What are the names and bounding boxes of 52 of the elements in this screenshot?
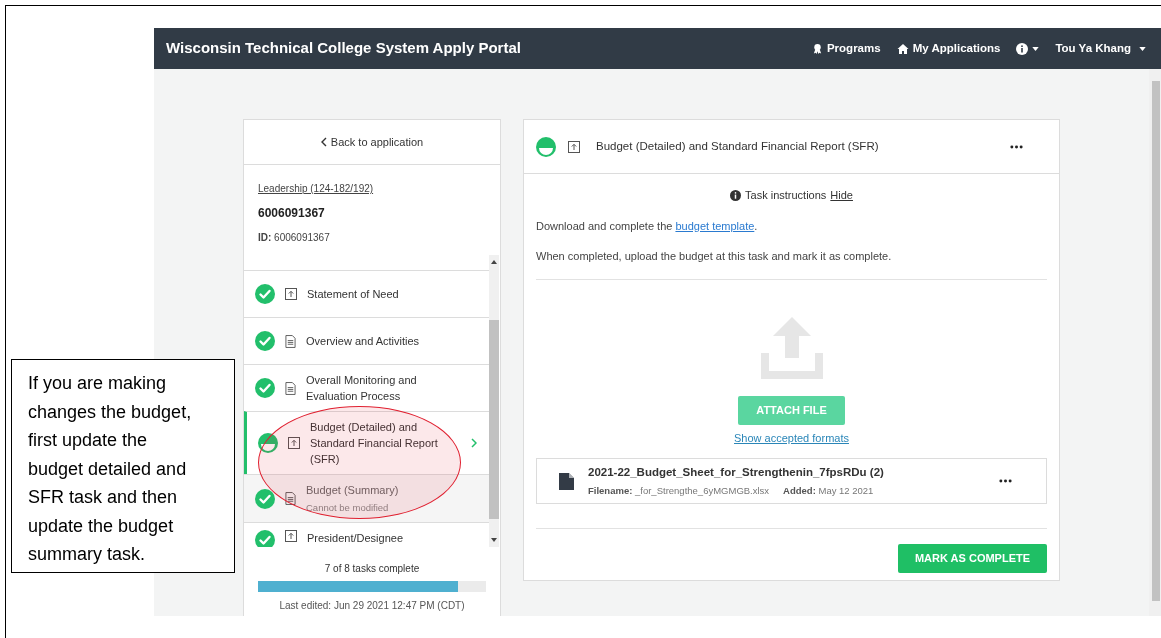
- hide-link[interactable]: Hide: [830, 187, 853, 204]
- info-menu-button[interactable]: [1016, 42, 1040, 55]
- nav-link[interactable]: My Applications: [896, 39, 1001, 58]
- instruction-text: Download and complete the budget template.: [536, 218, 759, 234]
- page-scrollbar[interactable]: [1149, 69, 1161, 616]
- scroll-down-icon[interactable]: [491, 538, 497, 542]
- caret-icon: [1139, 46, 1146, 51]
- callout-note: If you are making changes the budget, first update the budget detailed and SFR task and then update the budget summary task.: [11, 359, 235, 573]
- more-options-icon[interactable]: [999, 479, 1012, 483]
- upload-icon: [288, 437, 300, 449]
- task-title: Budget (Detailed) and Standard Financial Report (SFR): [310, 420, 439, 467]
- task-note: Cannot be modified: [306, 501, 390, 515]
- application-id: ID: 6006091367: [258, 231, 331, 245]
- task-title: Budget (Summary): [306, 483, 400, 498]
- instruction-text: When completed, upload the budget at this task and mark it as complete.: [536, 249, 893, 264]
- file-name: 2021-22_Budget_Sheet_for_Strengthenin_7fpsRDu (2): [588, 464, 885, 480]
- task-heading: Budget (Detailed) and Standard Financial Report (SFR): [596, 138, 880, 154]
- task-title: Overall Monitoring and Evaluation Process: [306, 373, 418, 404]
- task-list-item[interactable]: President/Designee: [244, 522, 489, 547]
- more-options-icon[interactable]: [1010, 144, 1023, 149]
- info-icon: [1016, 42, 1029, 55]
- task-title: Overview and Activities: [306, 334, 421, 349]
- document-icon: [285, 381, 296, 395]
- upload-icon: [568, 140, 580, 153]
- task-title: President/Designee: [307, 531, 404, 547]
- scroll-up-icon[interactable]: [491, 260, 497, 264]
- last-edited-text: Last edited: Jun 29 2021 12:47 PM (CDT): [279, 599, 465, 613]
- portal-title: Wisconsin Technical College System Apply Portal: [166, 38, 521, 59]
- task-title: Statement of Need: [307, 287, 400, 302]
- upload-icon: [285, 530, 297, 543]
- instructions-label: Task instructions: [745, 188, 827, 203]
- program-link[interactable]: Leadership (124-182/192): [258, 181, 486, 196]
- award-icon: [811, 43, 823, 54]
- chevron-left-icon: [320, 137, 327, 147]
- progress-label: 7 of 8 tasks complete: [324, 562, 420, 576]
- added-date-text: Added: May 12 2021: [783, 484, 874, 498]
- caret-icon: [1032, 46, 1040, 51]
- filename-text: Filename: _for_Strengthe_6yMGMGB.xlsx: [588, 484, 770, 498]
- chevron-right-icon: [471, 438, 477, 448]
- home-icon: [896, 42, 909, 55]
- back-link[interactable]: Back to application: [320, 133, 424, 151]
- upload-icon: [285, 288, 297, 300]
- user-menu-button[interactable]: Tou Ya Khang: [1055, 39, 1146, 58]
- document-icon: [285, 334, 296, 348]
- document-icon: [285, 492, 296, 506]
- list-scrollbar[interactable]: [489, 255, 499, 547]
- formats-link[interactable]: Show accepted formats: [734, 429, 849, 446]
- application-number: 6006091367: [258, 205, 326, 222]
- nav-link[interactable]: Programs: [811, 39, 881, 58]
- task-list-item[interactable]: Budget (Detailed) and Standard Financial Report (SFR): [244, 411, 489, 474]
- info-icon: [730, 189, 742, 201]
- file-icon: [559, 472, 574, 490]
